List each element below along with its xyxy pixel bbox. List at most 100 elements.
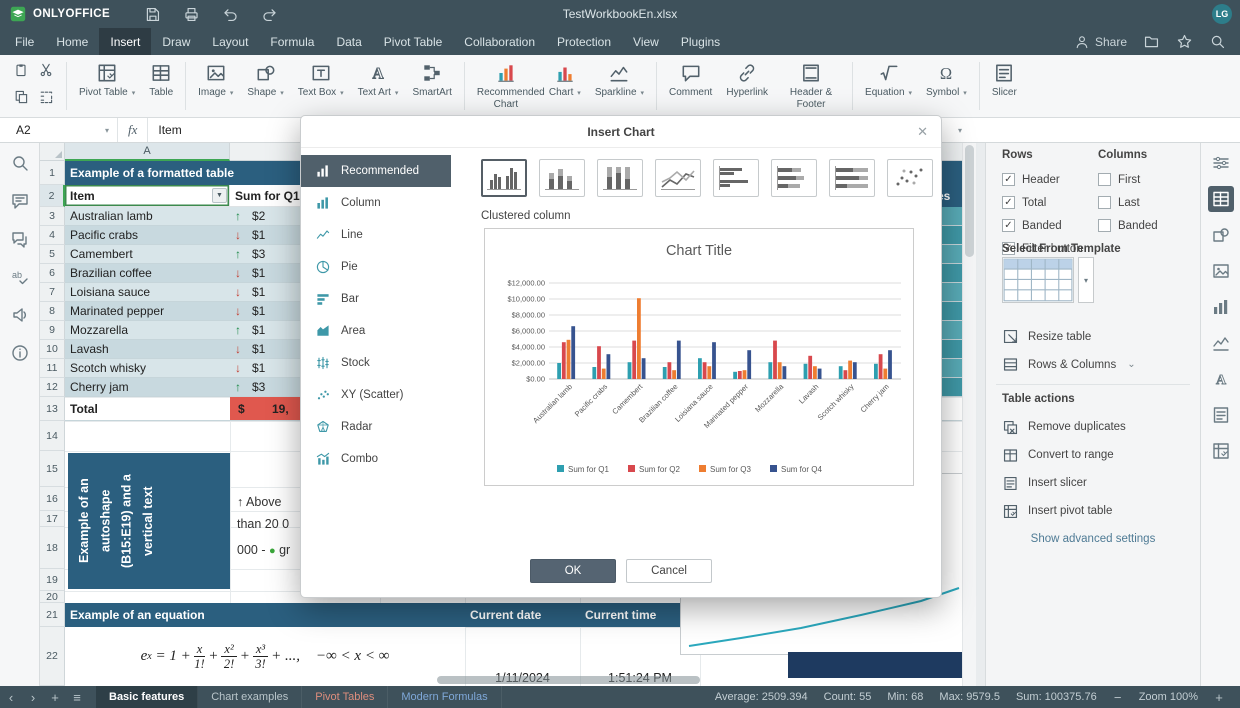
favorite-icon[interactable] (1176, 33, 1193, 50)
row-header-10[interactable]: 10 (40, 340, 65, 359)
tab-collaboration[interactable]: Collaboration (453, 28, 546, 55)
chart-category-bar[interactable]: Bar (301, 283, 451, 315)
insert-function-button[interactable]: fx (118, 118, 148, 142)
row-header-16[interactable]: 16 (40, 487, 65, 511)
insert-pivot-table-button[interactable]: Insert pivot table (1002, 497, 1126, 525)
sheet-tab-chart-examples[interactable]: Chart examples (198, 686, 302, 708)
checkbox-header[interactable]: ✓Header (1002, 168, 1083, 191)
chart-category-pie[interactable]: Pie (301, 251, 451, 283)
resize-table-button[interactable]: Resize table (1002, 328, 1091, 345)
vertical-scrollbar-thumb[interactable] (965, 145, 974, 257)
column-header-a[interactable]: A (65, 143, 230, 161)
sparkline-button[interactable]: Sparkline ▾ (588, 57, 651, 99)
ok-button[interactable]: OK (530, 559, 616, 583)
sheet-tab-pivot-tables[interactable]: Pivot Tables (302, 686, 388, 708)
chart-category-combo[interactable]: Combo (301, 443, 451, 475)
chart-category-stock[interactable]: Stock (301, 347, 451, 379)
chart-category-recommended[interactable]: Recommended (301, 155, 451, 187)
slicer-button[interactable]: Slicer (985, 57, 1024, 99)
advanced-settings-link[interactable]: Show advanced settings (986, 533, 1200, 545)
chart-subtype-line[interactable] (655, 159, 701, 197)
text-box-button[interactable]: Text Box ▾ (291, 57, 351, 99)
tab-protection[interactable]: Protection (546, 28, 622, 55)
checkbox-last[interactable]: Last (1098, 191, 1158, 214)
checkbox-total[interactable]: ✓Total (1002, 191, 1083, 214)
row-header-20[interactable]: 20 (40, 591, 65, 603)
convert-to-range-button[interactable]: Convert to range (1002, 441, 1126, 469)
chart-subtype-stacked-100-bar[interactable] (829, 159, 875, 197)
row-header-13[interactable]: 13 (40, 397, 65, 421)
collapse-formula-bar-icon[interactable]: ▾ (958, 126, 962, 135)
table-button[interactable]: Table (142, 57, 180, 99)
tab-view[interactable]: View (622, 28, 670, 55)
comment-button[interactable]: Comment (662, 57, 719, 99)
template-preview[interactable] (1002, 257, 1074, 303)
chart-category-line[interactable]: Line (301, 219, 451, 251)
row-header-11[interactable]: 11 (40, 359, 65, 378)
save-icon[interactable] (144, 6, 161, 23)
chart-subtype-clustered-bar[interactable] (713, 159, 759, 197)
text-art-button[interactable]: AText Art ▾ (351, 57, 406, 99)
dialog-header[interactable]: Insert Chart ✕ (301, 116, 941, 148)
copy-button[interactable] (9, 87, 33, 113)
row-header-21[interactable]: 21 (40, 603, 65, 627)
tab-data[interactable]: Data (325, 28, 372, 55)
checkbox-first[interactable]: First (1098, 168, 1158, 191)
tab-layout[interactable]: Layout (201, 28, 259, 55)
vertical-scrollbar[interactable] (962, 143, 976, 686)
template-dropdown-button[interactable]: ▾ (1078, 257, 1094, 303)
row-header-14[interactable]: 14 (40, 421, 65, 451)
cell-a2[interactable]: Item▼ (65, 185, 230, 207)
zoom-in-icon[interactable]: + (1208, 690, 1230, 705)
row-header-19[interactable]: 19 (40, 569, 65, 591)
feedback-icon[interactable] (10, 305, 30, 325)
row-header-5[interactable]: 5 (40, 245, 65, 264)
tab-home[interactable]: Home (45, 28, 99, 55)
zoom-level[interactable]: Zoom 100% (1139, 691, 1198, 703)
symbol-button[interactable]: ΩSymbol ▾ (919, 57, 974, 99)
search-icon[interactable] (10, 153, 30, 173)
print-icon[interactable] (183, 6, 200, 23)
row-header-17[interactable]: 17 (40, 511, 65, 527)
header-footer-button[interactable]: Header & Footer (775, 57, 847, 110)
horizontal-scrollbar-thumb[interactable] (437, 676, 700, 684)
chart-subtype-stacked-column[interactable] (539, 159, 585, 197)
row-header-8[interactable]: 8 (40, 302, 65, 321)
row-header-3[interactable]: 3 (40, 207, 65, 226)
select-all-corner[interactable] (40, 143, 65, 161)
redo-icon[interactable] (261, 6, 278, 23)
chart-category-area[interactable]: Area (301, 315, 451, 347)
sheet-tab-modern-formulas[interactable]: Modern Formulas (388, 686, 501, 708)
prev-sheet-icon[interactable]: ‹ (0, 690, 22, 705)
image-settings-icon[interactable] (1211, 261, 1231, 281)
chart-subtype-stacked-100-column[interactable] (597, 159, 643, 197)
add-sheet-icon[interactable]: + (44, 690, 66, 705)
recommended-chart-button[interactable]: Recommended Chart (470, 57, 542, 110)
row-header-15[interactable]: 15 (40, 451, 65, 487)
chart-subtype-scatter[interactable] (887, 159, 933, 197)
cancel-button[interactable]: Cancel (626, 559, 712, 583)
rows-columns-button[interactable]: Rows & Columns ⌄ (1002, 356, 1136, 373)
cut-button[interactable] (34, 60, 58, 86)
about-icon[interactable] (10, 343, 30, 363)
chart-category-radar[interactable]: Radar (301, 411, 451, 443)
row-header-4[interactable]: 4 (40, 226, 65, 245)
row-header-1[interactable]: 1 (40, 161, 65, 185)
zoom-out-icon[interactable]: − (1107, 690, 1129, 705)
sheet-list-icon[interactable]: ≡ (66, 690, 88, 705)
selectall-button[interactable] (34, 87, 58, 113)
checkbox-banded[interactable]: ✓Banded (1002, 214, 1083, 237)
smartart-button[interactable]: SmartArt (405, 57, 458, 99)
tab-plugins[interactable]: Plugins (670, 28, 731, 55)
row-header-9[interactable]: 9 (40, 321, 65, 340)
remove-duplicates-button[interactable]: Remove duplicates (1002, 413, 1126, 441)
chart-button[interactable]: Chart ▾ (542, 57, 588, 99)
row-header-18[interactable]: 18 (40, 527, 65, 569)
shape-button[interactable]: Shape ▾ (240, 57, 290, 99)
filter-button[interactable]: ▼ (212, 188, 227, 203)
equation-button[interactable]: Equation ▾ (858, 57, 919, 99)
tab-draw[interactable]: Draw (151, 28, 201, 55)
cellset-settings-icon[interactable] (1211, 153, 1231, 173)
textart-settings-icon[interactable]: A (1211, 369, 1231, 389)
open-file-location-icon[interactable] (1143, 33, 1160, 50)
